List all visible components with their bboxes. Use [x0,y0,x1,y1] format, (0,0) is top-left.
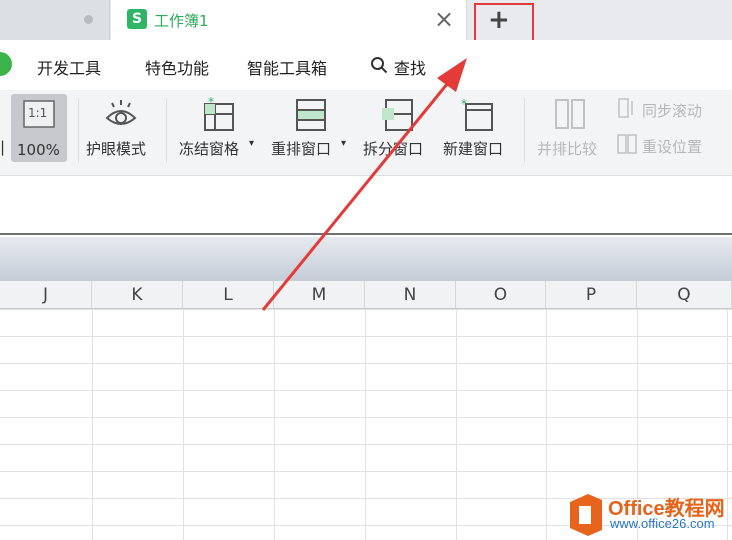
freeze-panes-icon[interactable]: * [201,96,237,132]
sync-scroll-label: 同步滚动 [642,102,703,120]
dropdown-icon[interactable]: ▾ [249,138,254,149]
tab-dot-icon [84,15,93,24]
menu-circle-icon[interactable] [0,52,12,76]
column-header-l[interactable]: L [183,281,274,309]
ribbon-separator [524,98,525,162]
rearrange-windows-label[interactable]: 重排窗口 [271,138,331,159]
ribbon-separator [166,98,167,162]
new-window-icon[interactable]: * [460,96,496,132]
grid-line [274,309,275,540]
column-header-q[interactable]: Q [637,281,732,309]
svg-text:*: * [208,96,214,109]
zoom-100-label: 100% [17,141,60,159]
formula-bar[interactable] [0,177,732,235]
grid-line [183,309,184,540]
tab-previous[interactable] [0,0,110,40]
tab-title: 工作簿1 [154,12,209,30]
menu-bar: 开发工具 特色功能 智能工具箱 查找 [0,40,732,90]
rearrange-windows-icon[interactable] [295,96,327,132]
sheet-header-band [0,237,732,281]
column-header-j[interactable]: J [0,281,92,309]
menu-find[interactable]: 查找 [394,55,426,79]
watermark-url: www.office26.com [610,516,715,531]
split-window-label[interactable]: 拆分窗口 [363,138,423,159]
column-header-o[interactable]: O [456,281,546,309]
grid-line [365,309,366,540]
eye-mode-label[interactable]: 护眼模式 [86,138,146,159]
close-icon[interactable]: × [434,5,454,33]
plus-icon: + [488,5,510,35]
zoom-100-button[interactable]: 1:1 100% [11,94,67,162]
grid-line [546,309,547,540]
reset-position-icon [617,134,637,154]
menu-smart-toolbox[interactable]: 智能工具箱 [247,55,327,79]
column-header-p[interactable]: P [546,281,637,309]
dropdown-icon[interactable]: ▾ [341,138,346,149]
split-window-icon[interactable] [380,96,416,132]
new-window-label[interactable]: 新建窗口 [443,138,503,159]
freeze-panes-label[interactable]: 冻结窗格 [179,138,239,159]
grid-line [456,309,457,540]
tab-workbook1[interactable]: S 工作簿1 × [111,0,467,40]
sync-scroll-icon [618,98,633,118]
column-header-k[interactable]: K [92,281,183,309]
column-header-m[interactable]: M [274,281,365,309]
search-icon[interactable] [370,56,388,74]
eye-icon[interactable] [103,96,139,132]
side-by-side-icon [555,99,585,129]
reset-position-label: 重设位置 [642,138,703,156]
ribbon-separator [78,98,79,162]
grid-line [92,309,93,540]
zoom-ratio-text: 1:1 [28,106,48,120]
menu-special-features[interactable]: 特色功能 [145,55,209,79]
svg-text:*: * [461,97,467,111]
ribbon-cut-label: | [0,138,6,156]
spreadsheet-app-icon: S [127,9,147,29]
side-by-side-label: 并排比较 [537,140,598,158]
tab-bar: S 工作簿1 × + [0,0,732,63]
column-header-n[interactable]: N [365,281,456,309]
ribbon-toolbar: | 1:1 100% 护眼模式 * 冻结窗格 ▾ 重排窗口 ▾ 拆分窗口 * 新… [0,90,732,176]
menu-developer-tools[interactable]: 开发工具 [37,55,101,79]
